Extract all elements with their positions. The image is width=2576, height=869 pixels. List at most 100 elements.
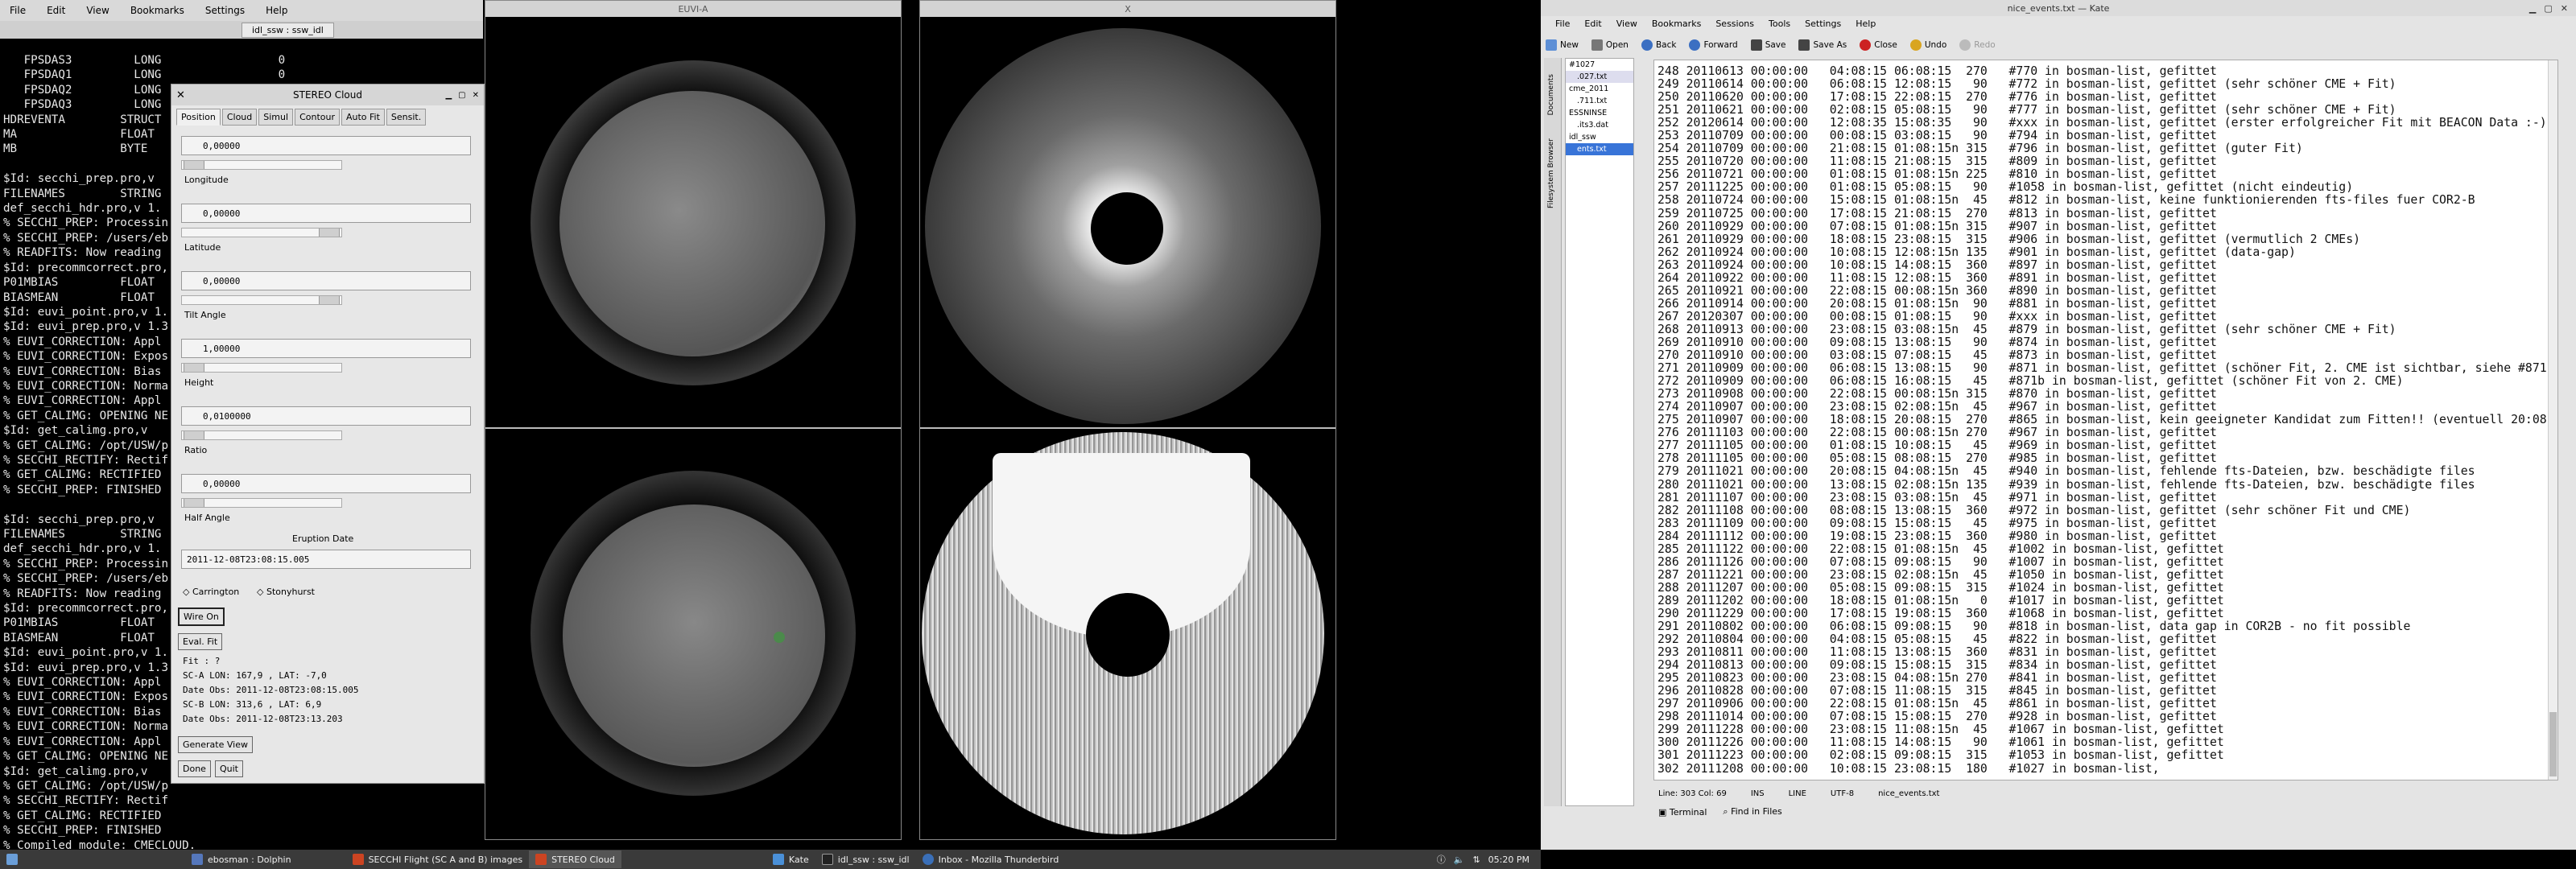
volume-icon[interactable]: 🔈 [1454, 855, 1465, 865]
maximize-icon[interactable]: ▢ [458, 91, 465, 100]
menu-help[interactable]: Help [266, 5, 287, 16]
euvi-window-title[interactable]: ✕ EUVI-A [485, 1, 985, 17]
save-as-button[interactable]: Save As [1798, 39, 1847, 51]
tab-position[interactable]: Position [176, 109, 221, 126]
save-button[interactable]: Save [1750, 39, 1785, 51]
cor2-a-image[interactable] [920, 17, 1335, 429]
ratio-slider[interactable] [181, 430, 342, 440]
task-kate[interactable]: Kate [766, 850, 815, 868]
vertical-scrollbar[interactable] [2548, 60, 2557, 780]
menu-file[interactable]: File [10, 5, 26, 16]
menu-tools[interactable]: Tools [1769, 19, 1790, 29]
task-secchi[interactable]: SECCHI Flight (SC A and B) images [346, 850, 530, 868]
maximize-icon[interactable]: ▢ [2544, 3, 2552, 14]
menu-view[interactable]: View [86, 5, 109, 16]
cor-window-title[interactable]: ✕ X ✕ [920, 1, 2248, 17]
longitude-field[interactable]: 0,00000 [181, 136, 471, 155]
file-tree-item[interactable]: .027.txt [1566, 71, 1633, 83]
latitude-field[interactable]: 0,00000 [181, 204, 471, 223]
tab-simul[interactable]: Simul [258, 109, 294, 126]
network-icon[interactable]: ⇅ [1472, 855, 1480, 865]
eval-fit-button[interactable]: Eval. Fit [178, 633, 223, 650]
undo-button[interactable]: Undo [1909, 39, 1946, 51]
quit-button[interactable]: Quit [215, 760, 243, 777]
close-icon[interactable]: ✕ [2561, 3, 2568, 14]
forward-button[interactable]: Forward [1689, 39, 1738, 51]
done-button[interactable]: Done [178, 760, 211, 777]
close-icon[interactable]: ✕ [473, 91, 479, 100]
half-angle-field[interactable]: 0,00000 [181, 474, 471, 493]
clock[interactable]: 05:20 PM [1488, 855, 1530, 865]
file-tree-item[interactable]: .711.txt [1566, 95, 1633, 107]
menu-settings[interactable]: Settings [1805, 19, 1841, 29]
height-field[interactable]: 1,00000 [181, 339, 471, 358]
tab-contour[interactable]: Contour [295, 109, 340, 126]
editor-text[interactable]: 248 20110613 00:00:00 04:08:15 06:08:15 … [1654, 65, 2556, 781]
longitude-slider[interactable] [181, 160, 342, 170]
menu-view[interactable]: View [1616, 19, 1637, 29]
task-stereo-cloud[interactable]: STEREO Cloud [529, 850, 621, 868]
tab-auto-fit[interactable]: Auto Fit [341, 109, 385, 126]
tab-find-in-files[interactable]: ⌕ Find in Files [1723, 806, 1781, 818]
close-label: Close [1874, 40, 1897, 50]
file-tree-item[interactable]: ESSNINSE [1566, 107, 1633, 119]
dialog-titlebar[interactable]: ✕ STEREO Cloud ▁ ▢ ✕ [171, 84, 484, 105]
radio-carrington[interactable]: ◇ Carrington [183, 587, 239, 597]
kde-menu-button[interactable] [0, 850, 24, 868]
euvi-window-title-text: EUVI-A [678, 3, 708, 14]
half-angle-slider[interactable] [181, 498, 342, 508]
open-button[interactable]: Open [1591, 39, 1629, 51]
close-button[interactable]: Close [1860, 39, 1897, 51]
encoding[interactable]: UTF-8 [1831, 789, 1854, 798]
menu-sessions[interactable]: Sessions [1715, 19, 1754, 29]
selection-mode[interactable]: LINE [1789, 789, 1806, 798]
menu-bookmarks[interactable]: Bookmarks [130, 5, 184, 16]
ratio-field[interactable]: 0,0100000 [181, 406, 471, 426]
back-button[interactable]: Back [1641, 39, 1676, 51]
task-dolphin[interactable]: ebosman : Dolphin [185, 850, 298, 868]
cor2-b-image[interactable] [920, 430, 1335, 839]
euvi-a-image[interactable] [485, 17, 901, 429]
tilt-angle-field[interactable]: 0,00000 [181, 271, 471, 290]
wire-on-button[interactable]: Wire On [178, 607, 225, 626]
insert-mode[interactable]: INS [1751, 789, 1765, 798]
file-tree-item[interactable]: .its3.dat [1566, 119, 1633, 131]
tab-filesystem-browser[interactable]: Filesystem Browser [1547, 138, 1555, 208]
tilt-angle-slider[interactable] [181, 295, 342, 305]
eruption-date-field[interactable]: 2011-12-08T23:08:15.005 [181, 550, 471, 569]
kate-titlebar[interactable]: nice_events.txt — Kate ▁ ▢ ✕ [1541, 0, 2576, 16]
redo-button[interactable]: Redo [1959, 39, 1996, 51]
tab-documents[interactable]: Documents [1547, 74, 1555, 115]
radio-stonyhurst[interactable]: ◇ Stonyhurst [257, 587, 315, 597]
menu-edit[interactable]: Edit [1584, 19, 1601, 29]
task-terminal[interactable]: idl_ssw : ssw_idl [815, 850, 916, 868]
euvi-b-image[interactable] [485, 430, 901, 839]
tab-cloud[interactable]: Cloud [221, 109, 258, 126]
new-button[interactable]: New [1546, 39, 1579, 51]
info-icon[interactable]: ⓘ [1437, 853, 1446, 866]
file-tree-item[interactable]: idl_ssw [1566, 131, 1633, 143]
tab-sensit[interactable]: Sensit. [386, 109, 427, 126]
menu-file[interactable]: File [1555, 19, 1570, 29]
new-file-icon [1546, 39, 1557, 51]
file-tree-item[interactable]: ents.txt [1566, 143, 1633, 155]
menu-help[interactable]: Help [1856, 19, 1876, 29]
file-tree-item[interactable]: cme_2011 [1566, 83, 1633, 95]
editor-area[interactable]: 248 20110613 00:00:00 04:08:15 06:08:15 … [1653, 60, 2558, 780]
height-slider[interactable] [181, 363, 342, 373]
minimize-icon[interactable]: ▁ [2529, 3, 2536, 14]
generate-view-button[interactable]: Generate View [178, 736, 253, 753]
file-tree[interactable]: #1027 .027.txt cme_2011 .711.txt ESSNINS… [1565, 58, 1634, 806]
task-thunderbird[interactable]: Inbox - Mozilla Thunderbird [916, 850, 1066, 868]
menu-settings[interactable]: Settings [205, 5, 245, 16]
close-icon[interactable]: ✕ [176, 89, 185, 101]
terminal-tab[interactable]: idl_ssw : ssw_idl [242, 22, 334, 38]
ratio-label: Ratio [184, 445, 208, 455]
menu-edit[interactable]: Edit [47, 5, 65, 16]
file-tree-item[interactable]: #1027 [1566, 59, 1633, 71]
menu-bookmarks[interactable]: Bookmarks [1652, 19, 1701, 29]
latitude-slider[interactable] [181, 228, 342, 237]
tab-terminal[interactable]: ▣ Terminal [1658, 807, 1707, 818]
minimize-icon[interactable]: ▁ [445, 91, 452, 100]
scrollbar-thumb[interactable] [2549, 712, 2557, 776]
